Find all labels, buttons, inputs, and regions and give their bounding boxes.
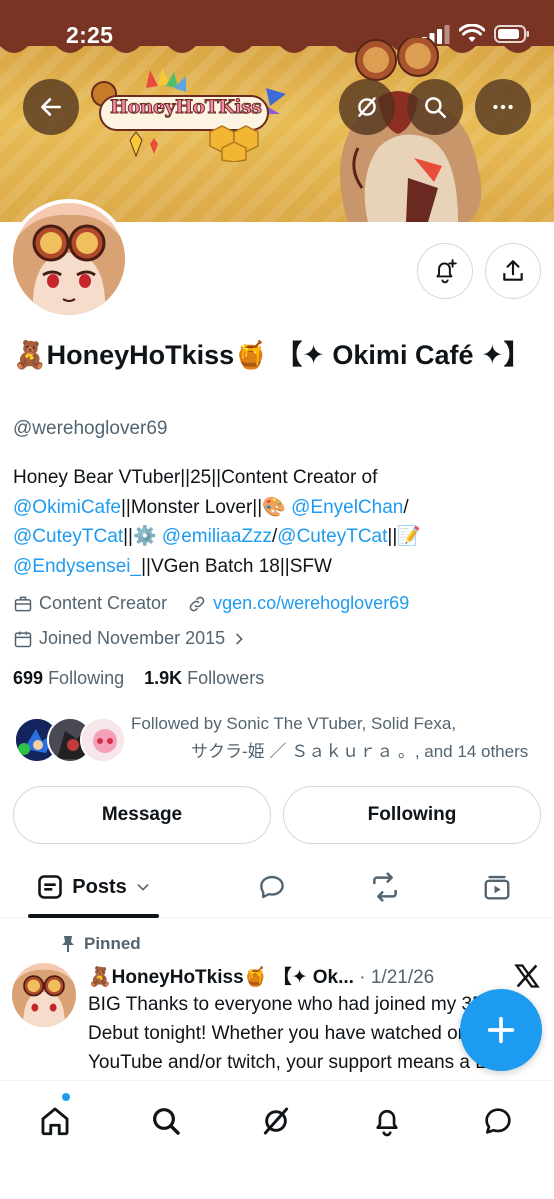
grok-icon	[263, 1107, 289, 1135]
bio-text: Honey Bear VTuber||25||Content Creator o…	[13, 467, 378, 488]
post-author-name[interactable]: 🧸HoneyHoTkiss🍯 【✦ Ok...	[88, 967, 354, 988]
followed-by-line: サクラ-姫 ／ Ｓａｋｕｒａ 。, and 14 others	[191, 742, 529, 761]
following-count: 699	[13, 668, 44, 688]
briefcase-icon	[14, 596, 32, 611]
bio-text: ||Monster Lover||🎨	[120, 496, 292, 518]
grok-button[interactable]	[339, 79, 395, 135]
mention-okimicafe[interactable]: @OkimiCafe	[13, 497, 121, 518]
profile-handle: @werehoglover69	[13, 418, 168, 439]
avatar	[80, 717, 126, 763]
tab-posts-label: Posts	[72, 875, 127, 898]
message-button[interactable]: Message	[13, 786, 271, 844]
notification-dot	[62, 1093, 70, 1101]
bell-plus-icon	[436, 259, 457, 284]
search-icon	[425, 97, 446, 118]
following-label: Following	[48, 668, 125, 688]
display-name: 🧸HoneyHoTkiss🍯 【✦ Okimi Café ✦】	[13, 340, 531, 370]
profile-category: Content Creator	[39, 593, 168, 613]
followers-count: 1.9K	[144, 668, 183, 688]
calendar-icon	[14, 631, 32, 647]
profile-tabs: Posts	[0, 858, 554, 918]
profile-banner[interactable]: 2:25 HoneyHoTKiss	[0, 0, 554, 222]
profile-meta-row: Content Creator vgen.co/werehoglover69	[13, 593, 409, 614]
followers-count-link[interactable]: 1.9K Followers	[144, 668, 264, 688]
following-button[interactable]: Following	[283, 786, 541, 844]
followed-by-line: Followed by Sonic The VTuber, Solid Fexa…	[131, 714, 457, 733]
repost-icon	[373, 872, 397, 902]
followers-label: Followers	[187, 668, 265, 688]
bio-text: ||📝	[387, 526, 421, 547]
home-icon	[41, 1107, 69, 1136]
more-icon	[493, 104, 513, 110]
bio-text: ||VGen Batch 18||SFW	[141, 555, 332, 577]
follow-counts: 699 Following 1.9K Followers	[13, 668, 264, 689]
explore-icon	[153, 1108, 180, 1135]
messages-icon	[485, 1108, 511, 1134]
nav-grok[interactable]	[254, 1099, 298, 1143]
share-profile-button[interactable]	[485, 243, 541, 299]
mention-cuteytcat[interactable]: @CuteyTCat	[277, 526, 387, 547]
pin-icon	[62, 936, 74, 952]
pinned-indicator: Pinned	[60, 934, 141, 954]
tab-videos[interactable]	[475, 858, 519, 916]
video-icon	[484, 875, 510, 900]
status-time: 2:25	[66, 22, 114, 48]
active-tab-indicator	[28, 914, 159, 918]
battery-icon	[494, 25, 529, 43]
bio-text: ||⚙️	[123, 526, 162, 547]
profile-avatar[interactable]	[9, 199, 129, 319]
search-button[interactable]	[407, 79, 463, 135]
mention-enyelchan[interactable]: @EnyelChan	[291, 497, 403, 518]
posts-icon	[38, 875, 63, 899]
followed-by-avatars[interactable]	[14, 717, 126, 763]
plus-icon	[487, 1016, 515, 1044]
pinned-label: Pinned	[84, 934, 141, 953]
compose-post-button[interactable]	[460, 989, 542, 1071]
notifications-icon	[376, 1110, 398, 1137]
following-count-link[interactable]: 699 Following	[13, 668, 124, 688]
nav-messages[interactable]	[476, 1099, 520, 1143]
banner-logo: HoneyHoTKiss	[90, 66, 290, 163]
mention-endysensei[interactable]: @Endysensei_	[13, 556, 141, 577]
mention-emiliaazzz[interactable]: @emiliaaZzz	[162, 526, 272, 547]
nav-explore[interactable]	[144, 1099, 188, 1143]
post-date: · 1/21/26	[359, 967, 435, 988]
avatar-image	[13, 203, 125, 315]
back-button[interactable]	[23, 79, 79, 135]
followed-by-text[interactable]: Followed by Sonic The VTuber, Solid Fexa…	[131, 710, 554, 766]
more-button[interactable]	[475, 79, 531, 135]
chevron-down-icon	[137, 884, 149, 891]
link-icon	[189, 596, 205, 611]
tab-replies[interactable]	[250, 858, 294, 916]
profile-bio: Honey Bear VTuber||25||Content Creator o…	[13, 463, 543, 581]
notify-button[interactable]	[417, 243, 473, 299]
logo-text: HoneyHoTKiss	[109, 96, 262, 119]
share-icon	[503, 260, 523, 281]
mention-cuteytcat[interactable]: @CuteyTCat	[13, 526, 123, 547]
bottom-navigation	[0, 1080, 554, 1199]
nav-notifications[interactable]	[365, 1099, 409, 1143]
post-author-avatar[interactable]	[12, 963, 76, 1027]
bio-text: /	[403, 496, 409, 518]
joined-date: Joined November 2015	[39, 628, 226, 648]
tab-posts[interactable]: Posts	[28, 858, 159, 916]
banner-character-art	[340, 38, 482, 222]
back-arrow-icon	[41, 98, 61, 116]
nav-home[interactable]	[33, 1099, 77, 1143]
profile-website-link[interactable]: vgen.co/werehoglover69	[213, 593, 409, 614]
reply-icon	[260, 875, 284, 899]
post-header: 🧸HoneyHoTkiss🍯 【✦ Ok... · 1/21/26	[88, 962, 508, 989]
chevron-right-icon	[236, 633, 243, 644]
tab-reposts[interactable]	[363, 858, 407, 916]
grok-icon	[358, 97, 376, 117]
joined-row[interactable]: Joined November 2015	[13, 628, 253, 649]
